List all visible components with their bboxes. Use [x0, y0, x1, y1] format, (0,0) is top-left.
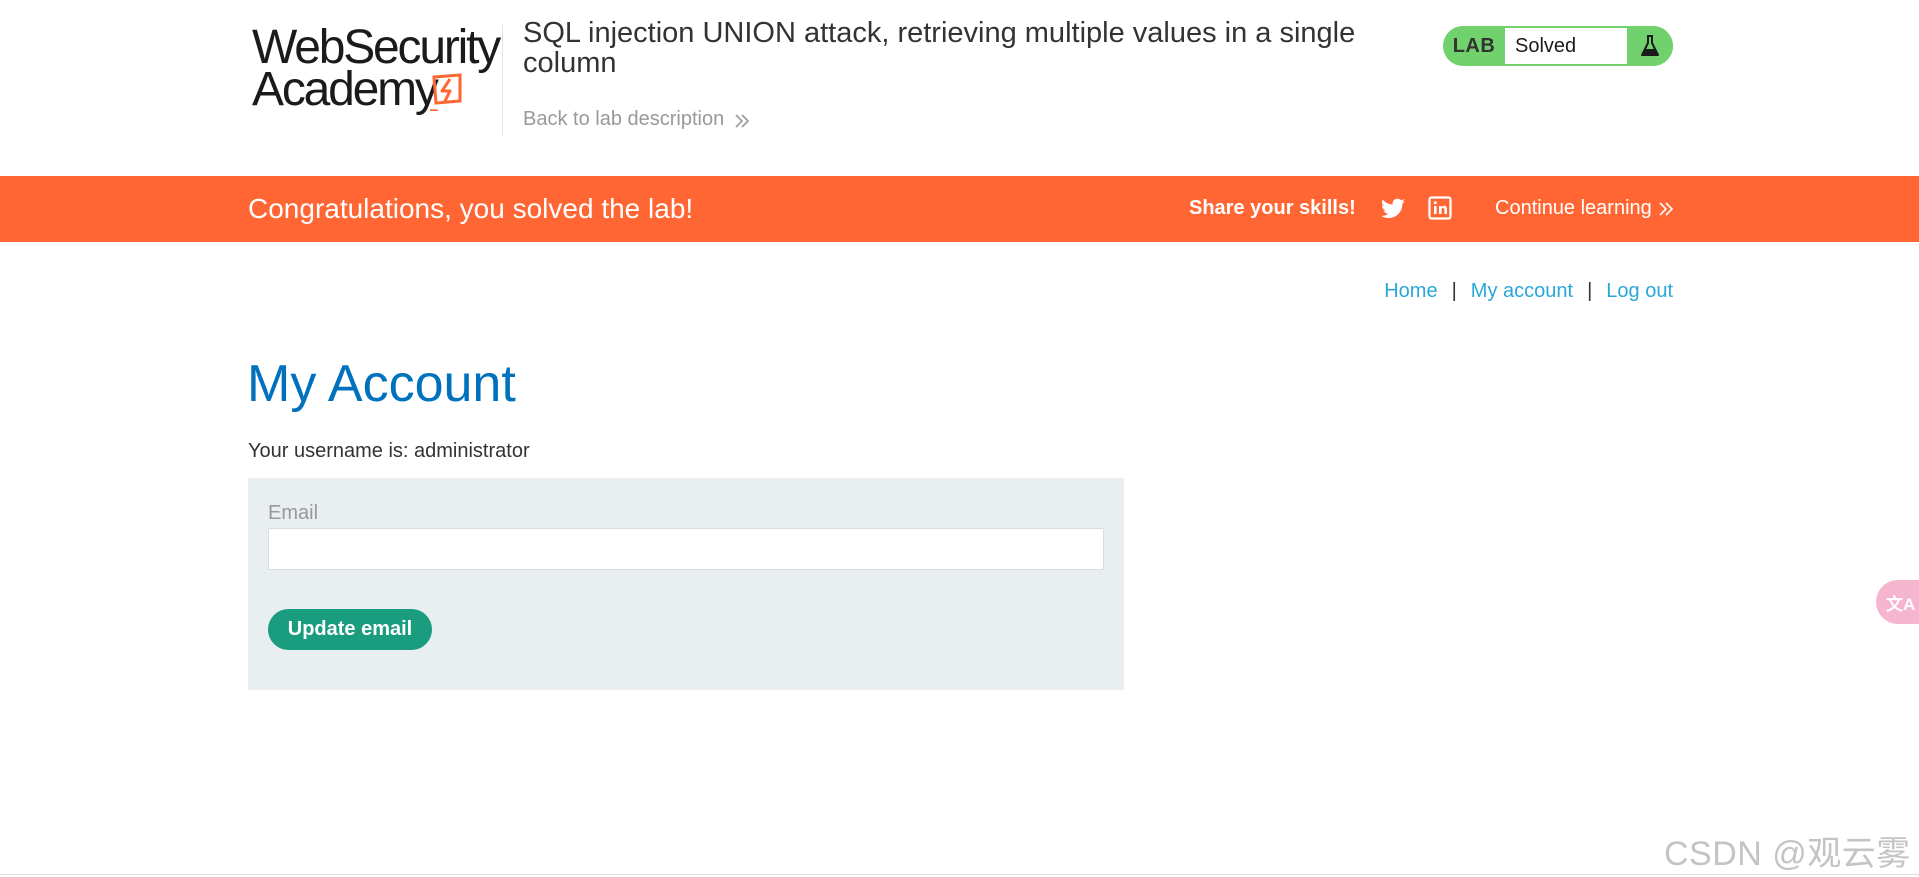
bottom-divider [0, 874, 1919, 875]
header-divider [502, 24, 503, 136]
logo-text-line2: Academy [252, 63, 439, 116]
lab-status-value: Solved [1505, 27, 1627, 65]
twitter-icon[interactable] [1380, 196, 1406, 222]
top-nav: Home | My account | Log out [1384, 280, 1673, 303]
email-input[interactable] [268, 528, 1104, 570]
linkedin-icon[interactable] [1428, 196, 1452, 220]
lab-status-widget: LAB Solved [1443, 26, 1673, 66]
share-skills-label: Share your skills! [1189, 197, 1356, 219]
csdn-watermark: CSDN @观云雾 [1664, 835, 1911, 873]
continue-learning-link[interactable]: Continue learning [1495, 197, 1674, 220]
continue-learning-label: Continue learning [1495, 197, 1652, 219]
nav-separator: | [1587, 280, 1593, 302]
translate-float-button[interactable]: 文A [1876, 580, 1919, 624]
home-link[interactable]: Home [1384, 280, 1437, 303]
back-link-label: Back to lab description [523, 108, 725, 130]
solved-banner: Congratulations, you solved the lab! Sha… [0, 176, 1919, 242]
lab-status-tag: LAB [1452, 34, 1496, 57]
email-label: Email [268, 502, 319, 524]
websecurity-academy-logo[interactable]: WebSecurity Academy [250, 24, 501, 120]
banner-message: Congratulations, you solved the lab! [248, 193, 694, 224]
page-title: My Account [247, 355, 516, 413]
back-to-lab-description-link[interactable]: Back to lab description [523, 108, 750, 131]
update-email-button[interactable]: Update email [268, 609, 432, 650]
logo-lightning-icon [430, 73, 462, 111]
flask-icon [1627, 26, 1673, 66]
log-out-link[interactable]: Log out [1606, 280, 1673, 303]
double-chevron-right-icon [735, 113, 750, 128]
username-text: Your username is: administrator [248, 440, 530, 462]
nav-separator: | [1451, 280, 1457, 302]
double-chevron-right-icon [1659, 201, 1673, 216]
lab-header: WebSecurity Academy SQL injection UNION … [0, 0, 1919, 176]
lab-title: SQL injection UNION attack, retrieving m… [523, 17, 1356, 79]
my-account-link[interactable]: My account [1471, 280, 1573, 303]
change-email-form: Email Update email [248, 478, 1124, 690]
translate-icon: 文A [1886, 594, 1916, 614]
